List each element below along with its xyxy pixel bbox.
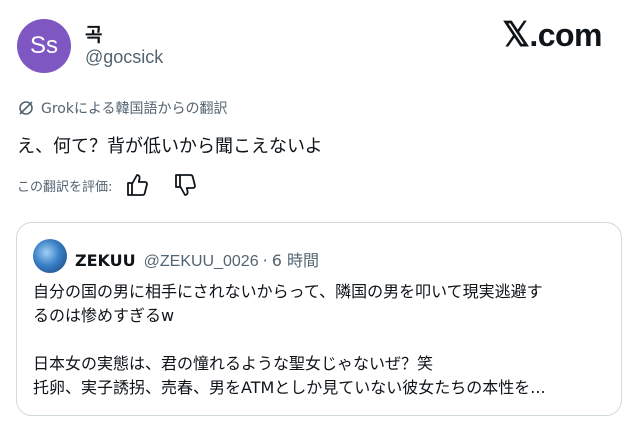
x-logo-icon: 𝕏 (502, 16, 530, 54)
thumbs-down-icon[interactable] (172, 172, 198, 198)
quoted-tweet[interactable]: ZEKUU @ZEKUU_0026 · 6 時間 自分の国の男に相手にされないか… (16, 222, 622, 416)
quoted-text-line: るのは惨めすぎるw (33, 306, 175, 325)
grok-icon (17, 99, 35, 117)
rating-label: この翻訳を評価: (17, 179, 113, 195)
tweet-text: え、何て？背が低いから聞こえないよ (17, 136, 323, 157)
quoted-text-line: 托卵、実子誘拐、売春、男をATMとしか見ていない彼女たちの本性を... (33, 378, 546, 397)
author-display-name[interactable]: 곡 (85, 20, 102, 47)
translation-label: Grokによる韓国語からの翻訳 (41, 101, 228, 117)
quoted-text-line: 自分の国の男に相手にされないからって、隣国の男を叩いて現実逃避す (33, 282, 543, 301)
quoted-text-line: 日本女の実態は、君の憧れるような聖女じゃないぜ？笑 (33, 354, 434, 373)
quoted-tweet-text: 自分の国の男に相手にされないからって、隣国の男を叩いて現実逃避す るのは惨めすぎ… (33, 280, 613, 400)
separator-dot: · (262, 251, 268, 270)
quoted-author-handle[interactable]: @ZEKUU_0026 (144, 253, 259, 271)
thumbs-up-icon[interactable] (124, 172, 150, 198)
quoted-author-name[interactable]: ZEKUU (75, 251, 136, 270)
x-com-logo: 𝕏.com (502, 15, 602, 55)
author-avatar[interactable]: Ss (17, 19, 71, 73)
quoted-tweet-timestamp[interactable]: 6 時間 (272, 247, 319, 271)
translation-rating: この翻訳を評価: (17, 172, 198, 198)
quoted-author-avatar[interactable] (33, 239, 67, 273)
author-handle[interactable]: @gocsick (85, 47, 163, 68)
quoted-tweet-header: ZEKUU @ZEKUU_0026 · 6 時間 (75, 247, 319, 271)
translation-notice: Grokによる韓国語からの翻訳 (17, 98, 228, 118)
brand-suffix: .com (529, 17, 602, 53)
